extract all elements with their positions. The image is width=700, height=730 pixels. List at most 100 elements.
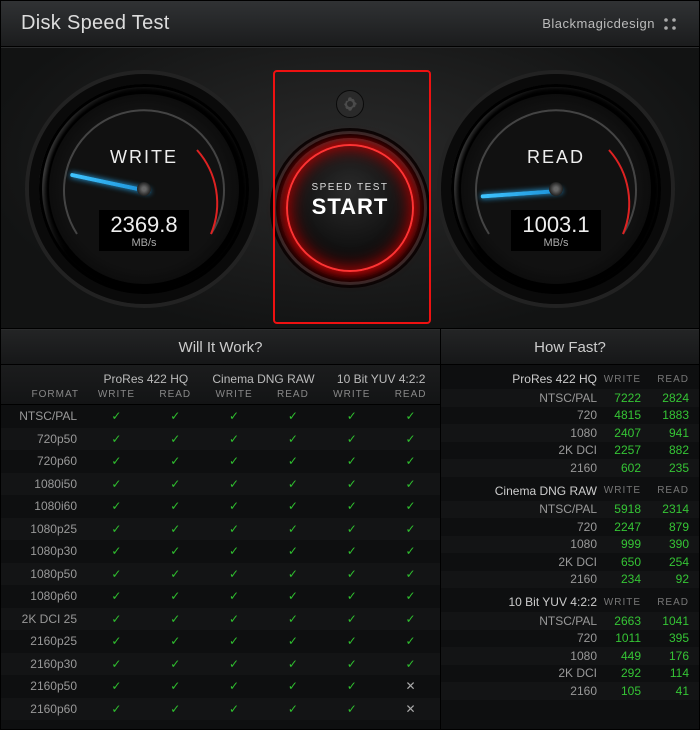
write-header: WRITE bbox=[87, 389, 146, 400]
check-icon: ✓ bbox=[229, 634, 239, 648]
check-icon: ✓ bbox=[347, 499, 357, 513]
check-icon: ✓ bbox=[111, 409, 121, 423]
x-icon: ✕ bbox=[406, 679, 416, 693]
support-cell: ✓ bbox=[322, 432, 381, 446]
check-icon: ✓ bbox=[288, 477, 298, 491]
check-icon: ✓ bbox=[406, 454, 416, 468]
check-icon: ✓ bbox=[347, 612, 357, 626]
check-icon: ✓ bbox=[288, 499, 298, 513]
codec-header: 10 Bit YUV 4:2:2 bbox=[322, 372, 440, 386]
write-speed: 2407 bbox=[603, 426, 651, 440]
support-cell: ✓ bbox=[322, 544, 381, 558]
check-icon: ✓ bbox=[347, 522, 357, 536]
check-icon: ✓ bbox=[229, 432, 239, 446]
speed-label: NTSC/PAL bbox=[441, 502, 603, 516]
format-row: 2K DCI 25✓✓✓✓✓✓ bbox=[1, 608, 440, 631]
read-speed: 1883 bbox=[651, 408, 699, 422]
support-cell: ✓ bbox=[87, 567, 146, 581]
support-cell: ✓ bbox=[322, 454, 381, 468]
write-speed: 449 bbox=[603, 649, 651, 663]
speed-label: 2160 bbox=[441, 684, 603, 698]
support-cell: ✕ bbox=[381, 702, 440, 716]
check-icon: ✓ bbox=[288, 702, 298, 716]
support-cell: ✓ bbox=[381, 634, 440, 648]
support-cell: ✓ bbox=[87, 522, 146, 536]
speed-row: NTSC/PAL72222824 bbox=[441, 389, 699, 407]
speed-row: 1080999390 bbox=[441, 536, 699, 554]
support-cell: ✓ bbox=[205, 477, 264, 491]
check-icon: ✓ bbox=[111, 432, 121, 446]
support-cell: ✓ bbox=[205, 679, 264, 693]
how-fast-panel: How Fast? ProRes 422 HQWRITEREADNTSC/PAL… bbox=[441, 329, 699, 729]
speed-group-header: Cinema DNG RAWWRITEREAD bbox=[441, 481, 699, 501]
format-row: 1080p30✓✓✓✓✓✓ bbox=[1, 540, 440, 563]
write-speed: 602 bbox=[603, 461, 651, 475]
will-it-work-header: FORMAT ProRes 422 HQWRITEREADCinema DNG … bbox=[1, 365, 440, 405]
support-cell: ✓ bbox=[87, 612, 146, 626]
check-icon: ✓ bbox=[288, 432, 298, 446]
format-label: 1080i50 bbox=[1, 477, 87, 491]
read-speed: 390 bbox=[651, 537, 699, 551]
format-row: 1080i60✓✓✓✓✓✓ bbox=[1, 495, 440, 518]
read-unit: MB/s bbox=[519, 237, 593, 249]
support-cell: ✓ bbox=[381, 544, 440, 558]
format-label: 1080p50 bbox=[1, 567, 87, 581]
check-icon: ✓ bbox=[347, 544, 357, 558]
support-cell: ✓ bbox=[381, 612, 440, 626]
write-speed: 5918 bbox=[603, 502, 651, 516]
support-cell: ✓ bbox=[381, 432, 440, 446]
support-cell: ✓ bbox=[146, 702, 205, 716]
speed-label: 2160 bbox=[441, 572, 603, 586]
read-speed: 41 bbox=[651, 684, 699, 698]
check-icon: ✓ bbox=[288, 544, 298, 558]
speed-row: 72048151883 bbox=[441, 407, 699, 425]
speed-group-header: 10 Bit YUV 4:2:2WRITEREAD bbox=[441, 592, 699, 612]
support-cell: ✓ bbox=[381, 454, 440, 468]
write-speed: 4815 bbox=[603, 408, 651, 422]
check-icon: ✓ bbox=[111, 567, 121, 581]
write-speed: 1011 bbox=[603, 631, 651, 645]
read-speed: 879 bbox=[651, 520, 699, 534]
speed-group-header: ProRes 422 HQWRITEREAD bbox=[441, 369, 699, 389]
read-header: READ bbox=[651, 374, 699, 385]
check-icon: ✓ bbox=[170, 432, 180, 446]
support-cell: ✓ bbox=[87, 409, 146, 423]
will-it-work-panel: Will It Work? FORMAT ProRes 422 HQWRITER… bbox=[1, 329, 441, 729]
speed-row: NTSC/PAL26631041 bbox=[441, 612, 699, 630]
speed-row: 7201011395 bbox=[441, 630, 699, 648]
codec-name: ProRes 422 HQ bbox=[441, 372, 603, 386]
support-cell: ✓ bbox=[263, 634, 322, 648]
write-speed: 2663 bbox=[603, 614, 651, 628]
check-icon: ✓ bbox=[406, 544, 416, 558]
support-cell: ✓ bbox=[146, 477, 205, 491]
format-label: 1080p25 bbox=[1, 522, 87, 536]
format-label: 1080i60 bbox=[1, 499, 87, 513]
read-header: READ bbox=[264, 389, 323, 400]
speed-label: 1080 bbox=[441, 649, 603, 663]
check-icon: ✓ bbox=[288, 679, 298, 693]
support-cell: ✓ bbox=[263, 409, 322, 423]
write-unit: MB/s bbox=[107, 237, 181, 249]
speed-group: Cinema DNG RAWWRITEREADNTSC/PAL591823147… bbox=[441, 477, 699, 589]
write-speed: 2257 bbox=[603, 443, 651, 457]
speed-row: 216023492 bbox=[441, 571, 699, 589]
check-icon: ✓ bbox=[288, 409, 298, 423]
support-cell: ✓ bbox=[263, 454, 322, 468]
support-cell: ✓ bbox=[146, 499, 205, 513]
format-row: 1080p25✓✓✓✓✓✓ bbox=[1, 518, 440, 541]
check-icon: ✓ bbox=[170, 612, 180, 626]
support-cell: ✓ bbox=[322, 567, 381, 581]
check-icon: ✓ bbox=[229, 567, 239, 581]
brand-text: Blackmagicdesign bbox=[542, 16, 655, 31]
format-row: NTSC/PAL✓✓✓✓✓✓ bbox=[1, 405, 440, 428]
support-cell: ✓ bbox=[205, 657, 264, 671]
support-cell: ✓ bbox=[263, 702, 322, 716]
support-cell: ✓ bbox=[87, 679, 146, 693]
support-cell: ✓ bbox=[381, 409, 440, 423]
check-icon: ✓ bbox=[406, 657, 416, 671]
support-cell: ✓ bbox=[146, 634, 205, 648]
read-speed: 114 bbox=[651, 666, 699, 680]
support-cell: ✓ bbox=[381, 657, 440, 671]
write-speed: 7222 bbox=[603, 391, 651, 405]
how-fast-heading: How Fast? bbox=[441, 329, 699, 365]
